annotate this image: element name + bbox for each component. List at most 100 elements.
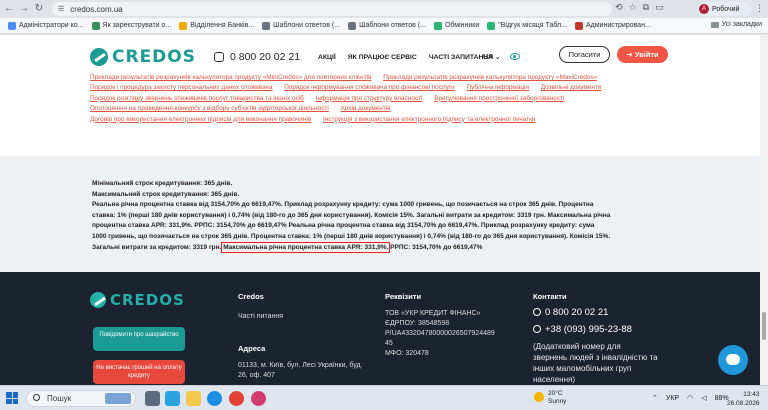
- profile-button[interactable]: А Робочий: [697, 2, 751, 16]
- language-selector[interactable]: UA ⌄: [483, 53, 501, 61]
- search-highlight-icon: [105, 393, 131, 404]
- clock[interactable]: 13:43 26.08.2026: [727, 390, 760, 408]
- bookmark-favicon: [179, 21, 188, 30]
- windows-taskbar: Пошук 20°C Sunny ⌃ УКР ◠ ◁ 88% 13:43 26.…: [0, 385, 768, 410]
- taskbar-search[interactable]: Пошук: [26, 390, 136, 407]
- translate-icon[interactable]: ⟲: [615, 2, 623, 13]
- back-icon[interactable]: ←: [3, 3, 15, 15]
- faq-link[interactable]: Часті питання: [238, 312, 283, 322]
- time: 13:43: [743, 391, 760, 398]
- header-phone[interactable]: 0 800 20 02 21: [214, 51, 300, 63]
- bookmark-item[interactable]: "Відгук місяця Табл...: [487, 21, 567, 30]
- phone-icon: [533, 308, 541, 316]
- nav-promotions[interactable]: АКЦІЇ: [318, 54, 336, 61]
- bookmark-favicon: [574, 21, 583, 30]
- doc-link[interactable]: Порядок розгляду звернень споживачів пос…: [90, 95, 304, 102]
- bookmark-favicon: [433, 21, 442, 30]
- max-term: Максимальний строк кредитування: 365 дні…: [92, 190, 240, 198]
- terms-line: процентна ставка APR: 331,9%. РРПС: 3154…: [92, 222, 595, 230]
- tray-chevron-icon[interactable]: ⌃: [652, 394, 658, 402]
- doc-link[interactable]: Порядок інформування споживача про фінан…: [284, 84, 455, 91]
- browser-menu-icon[interactable]: ⋮: [755, 3, 764, 14]
- search-placeholder: Пошук: [47, 394, 72, 403]
- file-explorer-icon[interactable]: [186, 391, 201, 406]
- url-field[interactable]: ☰ credos.com.ua: [52, 2, 612, 16]
- doc-link[interactable]: Порядок і процедура захисту персональних…: [90, 84, 272, 91]
- bookmark-favicon: [91, 21, 100, 30]
- scrollbar-thumb[interactable]: [762, 312, 766, 340]
- address-actions: ⟲ ☆ ⧉ ▭: [615, 2, 664, 13]
- task-view-icon[interactable]: [145, 391, 160, 406]
- doc-link[interactable]: Оголошення на проведення конкурсу з відб…: [90, 105, 329, 112]
- start-button[interactable]: [6, 392, 18, 404]
- bookmark-item[interactable]: Администрирован...: [574, 21, 651, 30]
- not-enough-money-button[interactable]: Не вистачає грошей на оплату кредиту: [93, 360, 185, 384]
- terms-line: Загальні витрати за кредитом: 3319 грн. …: [92, 241, 483, 253]
- repay-button[interactable]: Погасити: [559, 46, 610, 63]
- login-button[interactable]: ➔ Увійти: [617, 46, 668, 63]
- documents-links: Приклади результатів розрахунків калькул…: [90, 73, 690, 125]
- contact-phone-2[interactable]: +38 (093) 995-23-88: [533, 321, 632, 338]
- weather-widget[interactable]: 20°C Sunny: [534, 390, 566, 406]
- bookmark-favicon: [487, 21, 496, 30]
- address-text: 01133, м. Київ, бул. Лесі Українки, буд.…: [238, 362, 363, 379]
- credit-terms-text: Мінімальний строк кредитування: 365 днів…: [92, 179, 672, 253]
- doc-link[interactable]: Приклади результатів розрахунків калькул…: [383, 74, 597, 81]
- phone-icon: [214, 52, 224, 62]
- bookmark-item[interactable]: Адміністратори ко...: [8, 21, 84, 30]
- site-info-icon[interactable]: ☰: [58, 5, 64, 13]
- bookmark-favicon: [348, 21, 357, 30]
- weather-temp: 20°C: [548, 390, 563, 397]
- input-language[interactable]: УКР: [666, 395, 679, 402]
- phone-number: 0 800 20 02 21: [230, 51, 301, 63]
- bookmark-item[interactable]: Шаблони ответов (...: [262, 21, 340, 30]
- doc-link[interactable]: Публічна інформація: [467, 84, 529, 91]
- doc-link[interactable]: Приклади результатів розрахунків калькул…: [90, 74, 371, 81]
- system-tray: ⌃ УКР ◠ ◁ 88%: [652, 394, 729, 403]
- contact-phone-1[interactable]: 0 800 20 02 21: [533, 304, 632, 321]
- forward-icon[interactable]: →: [18, 3, 30, 15]
- profile-label: Робочий: [712, 5, 740, 13]
- extensions-icon[interactable]: ⧉: [643, 2, 649, 13]
- chat-widget-button[interactable]: [718, 345, 748, 375]
- terms-line: Реальна річна процентна ставка від 3154,…: [92, 201, 594, 209]
- footer-credos-title: Credos: [238, 292, 264, 301]
- volume-icon[interactable]: ◁: [701, 394, 706, 402]
- bookmark-item[interactable]: Як зареєструвати о...: [91, 21, 171, 30]
- wifi-icon[interactable]: ◠: [687, 394, 693, 402]
- folder-icon: [710, 21, 719, 28]
- chrome-icon[interactable]: [229, 391, 244, 406]
- doc-link[interactable]: Інформація про структуру власності: [316, 95, 423, 102]
- doc-link[interactable]: Договір про використання електронних під…: [90, 116, 311, 123]
- report-fraud-button[interactable]: Повідомити про шахрайство: [93, 327, 185, 351]
- copilot-icon[interactable]: [165, 391, 180, 406]
- doc-link[interactable]: Архів документів: [341, 105, 391, 112]
- accessibility-eye-icon[interactable]: [510, 53, 520, 60]
- bookmark-favicon: [8, 21, 16, 30]
- site-header: CREDOS 0 800 20 02 21 АКЦІЇ ЯК ПРАЦЮЄ СЕ…: [0, 35, 760, 75]
- bookmark-item[interactable]: Відділення Банків...: [179, 21, 254, 30]
- site-logo[interactable]: CREDOS: [90, 47, 196, 67]
- all-bookmarks-button[interactable]: Усі закладки: [710, 21, 762, 28]
- sidebar-icon[interactable]: ▭: [655, 2, 664, 13]
- doc-link[interactable]: Дозвільні документи: [541, 84, 602, 91]
- bookmarks-bar: Адміністратори ко... Як зареєструвати о.…: [0, 18, 768, 34]
- bookmark-star-icon[interactable]: ☆: [629, 2, 637, 13]
- nav-how-it-works[interactable]: ЯК ПРАЦЮЄ СЕРВІС: [348, 54, 417, 61]
- bookmark-item[interactable]: Обмінники: [433, 21, 479, 30]
- phone-icon: [533, 325, 541, 333]
- credit-info-section: Мінімальний строк кредитування: 365 днів…: [0, 156, 760, 272]
- chrome-profile-icon[interactable]: [251, 391, 266, 406]
- reload-icon[interactable]: ↻: [33, 3, 45, 15]
- logo-text: CREDOS: [110, 291, 185, 309]
- footer-logo[interactable]: CREDOS: [90, 291, 185, 309]
- bookmark-item[interactable]: Шаблони ответов (...: [348, 21, 426, 30]
- avatar: А: [699, 4, 709, 14]
- site-footer: CREDOS Повідомити про шахрайство Не вист…: [0, 272, 760, 385]
- bookmark-favicon: [262, 21, 271, 30]
- doc-link[interactable]: Інструкція з використання електронного п…: [323, 116, 536, 123]
- edge-icon[interactable]: [207, 391, 222, 406]
- doc-link[interactable]: Врегулювання простроченої заборгованості: [434, 95, 564, 102]
- footer-address-title: Адреса: [238, 344, 266, 353]
- logo-mark-icon: [90, 48, 108, 66]
